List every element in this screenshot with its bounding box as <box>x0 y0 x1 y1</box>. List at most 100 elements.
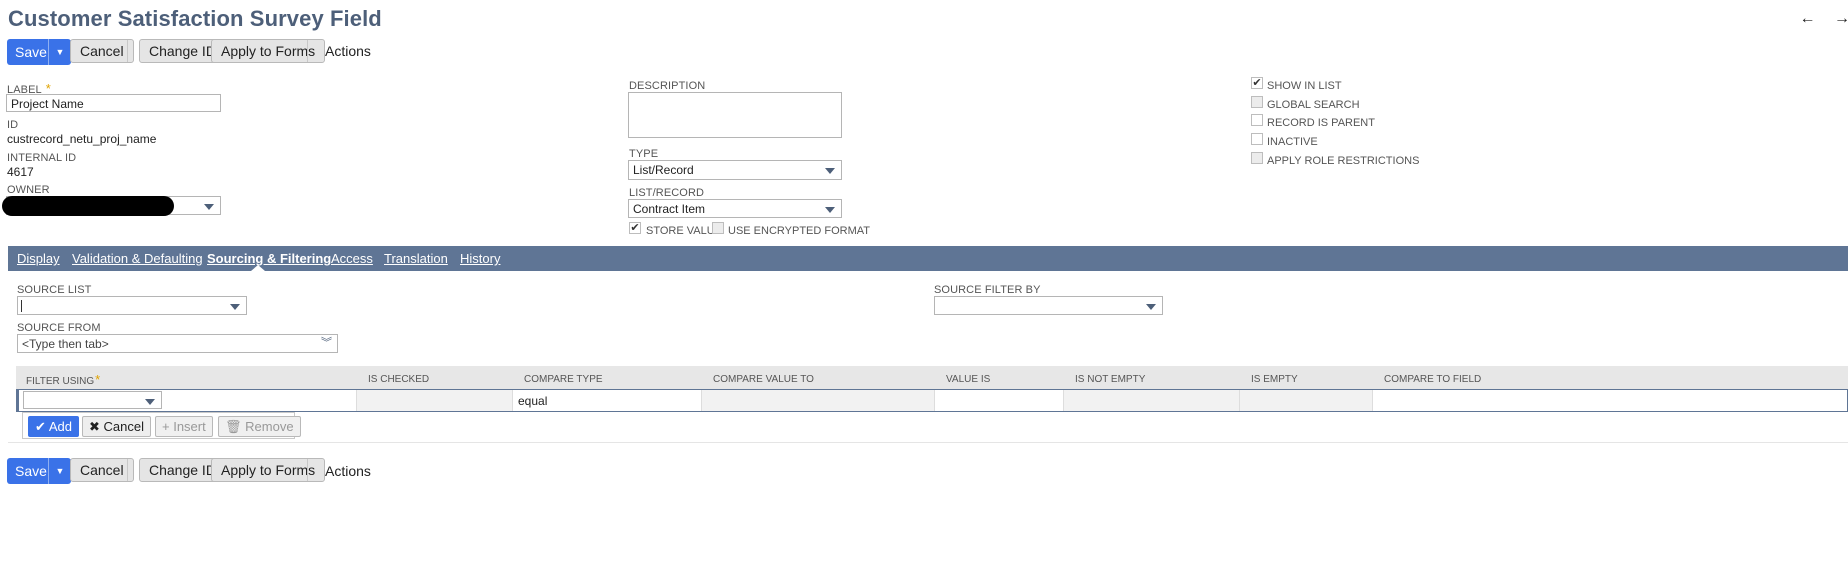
filter-table-header: FILTER USING* IS CHECKED COMPARE TYPE CO… <box>16 366 1848 389</box>
global-search-checkbox[interactable] <box>1251 96 1263 108</box>
inactive-checkbox[interactable] <box>1251 133 1263 145</box>
actions-menu-bottom[interactable]: Actions <box>325 463 371 479</box>
tab-sourcing-filtering[interactable]: Sourcing & Filtering <box>207 251 331 266</box>
apply-to-forms-button-bottom[interactable]: Apply to Forms <box>211 458 326 482</box>
source-list-label: SOURCE LIST <box>17 284 92 296</box>
filter-using-select[interactable] <box>23 391 162 409</box>
list-record-select[interactable]: Contract Item <box>628 199 842 218</box>
is-empty-cell[interactable] <box>1240 390 1373 411</box>
column-header-compare-type: COMPARE TYPE <box>524 374 603 385</box>
next-record-icon[interactable]: → <box>1834 10 1848 28</box>
tab-display[interactable]: Display <box>17 251 60 266</box>
record-is-parent-label: RECORD IS PARENT <box>1267 117 1375 129</box>
previous-record-icon[interactable]: ← <box>1800 10 1816 28</box>
cancel-label: Cancel <box>103 419 144 434</box>
chevron-down-icon <box>1146 304 1156 310</box>
description-label: DESCRIPTION <box>629 80 706 92</box>
is-checked-cell[interactable] <box>357 390 513 411</box>
show-in-list-checkbox[interactable]: ✔ <box>1251 77 1263 89</box>
record-nav: ← → <box>1786 10 1848 28</box>
cancel-button[interactable]: Cancel <box>70 39 134 63</box>
description-textarea[interactable] <box>628 92 842 138</box>
column-header-value-is: VALUE IS <box>946 374 991 385</box>
toolbar-divider <box>127 40 128 62</box>
compare-to-field-cell[interactable] <box>1373 390 1848 411</box>
source-filter-by-label: SOURCE FILTER BY <box>934 284 1041 296</box>
global-search-label: GLOBAL SEARCH <box>1267 99 1360 111</box>
tab-access[interactable]: Access <box>331 251 373 266</box>
source-filter-by-select[interactable] <box>934 296 1163 315</box>
save-options-dropdown-icon[interactable]: ▼ <box>48 39 71 65</box>
owner-label: OWNER <box>7 184 50 196</box>
column-header-compare-value-to: COMPARE VALUE TO <box>713 374 814 385</box>
add-label: Add <box>48 419 72 434</box>
save-button[interactable]: Save ▼ <box>7 39 71 65</box>
save-label: Save <box>15 44 47 60</box>
column-label: FILTER USING <box>26 376 95 387</box>
actions-menu[interactable]: Actions <box>325 43 371 59</box>
insert-line-button[interactable]: + Insert <box>155 416 213 437</box>
id-value: custrecord_netu_proj_name <box>7 132 157 146</box>
check-icon: ✔ <box>35 419 46 434</box>
plus-icon: + <box>162 419 170 434</box>
trash-icon: 🗑 <box>225 419 242 434</box>
active-tab-pointer <box>251 265 265 271</box>
is-not-empty-cell[interactable] <box>1064 390 1240 411</box>
section-divider <box>8 442 1848 443</box>
column-header-is-checked: IS CHECKED <box>368 374 430 385</box>
id-label: ID <box>7 119 19 131</box>
chevron-down-icon <box>230 304 240 310</box>
remove-label: Remove <box>245 419 294 434</box>
type-label: TYPE <box>629 148 659 160</box>
compare-type-value: equal <box>518 394 548 408</box>
save-button-bottom[interactable]: Save ▼ <box>7 458 71 484</box>
use-encrypted-format-checkbox[interactable] <box>712 222 724 234</box>
cancel-button-bottom[interactable]: Cancel <box>70 458 134 482</box>
save-options-dropdown-icon[interactable]: ▼ <box>48 458 71 484</box>
source-from-placeholder: <Type then tab> <box>22 337 109 351</box>
apply-to-forms-button[interactable]: Apply to Forms <box>211 39 326 63</box>
table-row: equal <box>16 389 1848 412</box>
toolbar-divider <box>127 459 128 481</box>
list-record-value: Contract Item <box>633 202 706 216</box>
chevron-down-icon <box>825 168 835 174</box>
close-icon: ✖ <box>89 419 100 434</box>
subtab-bar: Display Validation & Defaulting Sourcing… <box>8 246 1848 271</box>
tab-history[interactable]: History <box>460 251 500 266</box>
filter-using-cell[interactable] <box>19 390 357 411</box>
tab-validation-defaulting[interactable]: Validation & Defaulting <box>72 251 203 266</box>
apply-role-restrictions-label: APPLY ROLE RESTRICTIONS <box>1267 155 1420 167</box>
list-record-label: LIST/RECORD <box>629 187 705 199</box>
store-value-label: STORE VALUE <box>646 225 723 237</box>
source-from-input[interactable]: <Type then tab> ︾ <box>17 334 338 353</box>
record-is-parent-checkbox[interactable] <box>1251 114 1263 126</box>
tab-translation[interactable]: Translation <box>384 251 448 266</box>
internal-id-label: INTERNAL ID <box>7 152 77 164</box>
toolbar-divider <box>307 40 308 62</box>
value-is-cell[interactable] <box>935 390 1064 411</box>
type-select[interactable]: List/Record <box>628 160 842 180</box>
required-marker: * <box>95 372 101 387</box>
source-list-select[interactable] <box>17 296 247 315</box>
redaction-mark <box>2 196 174 216</box>
apply-role-restrictions-checkbox[interactable] <box>1251 152 1263 164</box>
add-line-button[interactable]: ✔ Add <box>28 416 79 437</box>
label-input[interactable]: Project Name <box>6 94 221 112</box>
compare-type-cell[interactable]: equal <box>513 390 702 411</box>
use-encrypted-format-label: USE ENCRYPTED FORMAT <box>728 225 870 237</box>
double-chevron-down-icon[interactable]: ︾ <box>321 334 332 352</box>
chevron-down-icon <box>204 204 214 210</box>
column-header-compare-to-field: COMPARE TO FIELD <box>1384 374 1482 385</box>
remove-line-button[interactable]: 🗑 Remove <box>218 416 301 437</box>
cancel-line-button[interactable]: ✖ Cancel <box>82 416 151 437</box>
type-value: List/Record <box>633 163 694 177</box>
page-title: Customer Satisfaction Survey Field <box>8 6 382 31</box>
show-in-list-label: SHOW IN LIST <box>1267 80 1342 92</box>
toolbar-divider <box>307 459 308 481</box>
chevron-down-icon <box>145 399 155 405</box>
text-cursor <box>21 300 22 312</box>
insert-label: Insert <box>173 419 206 434</box>
inactive-label: INACTIVE <box>1267 136 1318 148</box>
compare-value-to-cell[interactable] <box>702 390 935 411</box>
store-value-checkbox[interactable]: ✔ <box>629 222 641 234</box>
